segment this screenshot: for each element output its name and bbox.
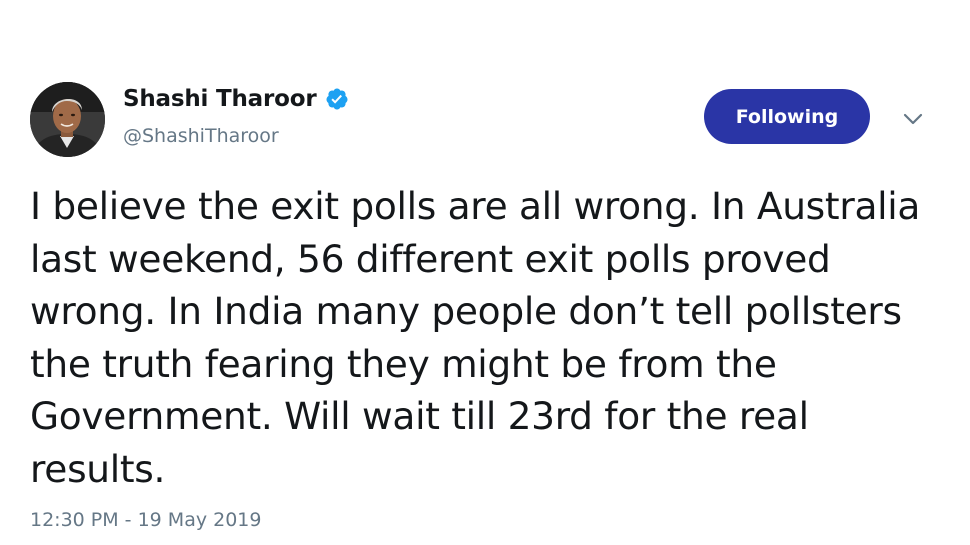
verified-badge-icon bbox=[325, 87, 349, 111]
tweet-card: Shashi Tharoor @ShashiTharoor Following … bbox=[0, 0, 970, 545]
profile-photo-icon bbox=[30, 82, 105, 157]
author-display-name[interactable]: Shashi Tharoor bbox=[123, 86, 317, 112]
author-name-row: Shashi Tharoor bbox=[123, 86, 349, 112]
avatar[interactable] bbox=[30, 82, 105, 157]
tweet-text: I believe the exit polls are all wrong. … bbox=[30, 184, 921, 491]
following-button[interactable]: Following bbox=[704, 89, 870, 144]
tweet-timestamp[interactable]: 12:30 PM - 19 May 2019 bbox=[30, 509, 261, 531]
chevron-down-icon[interactable] bbox=[902, 110, 924, 128]
author-handle[interactable]: @ShashiTharoor bbox=[123, 125, 279, 147]
